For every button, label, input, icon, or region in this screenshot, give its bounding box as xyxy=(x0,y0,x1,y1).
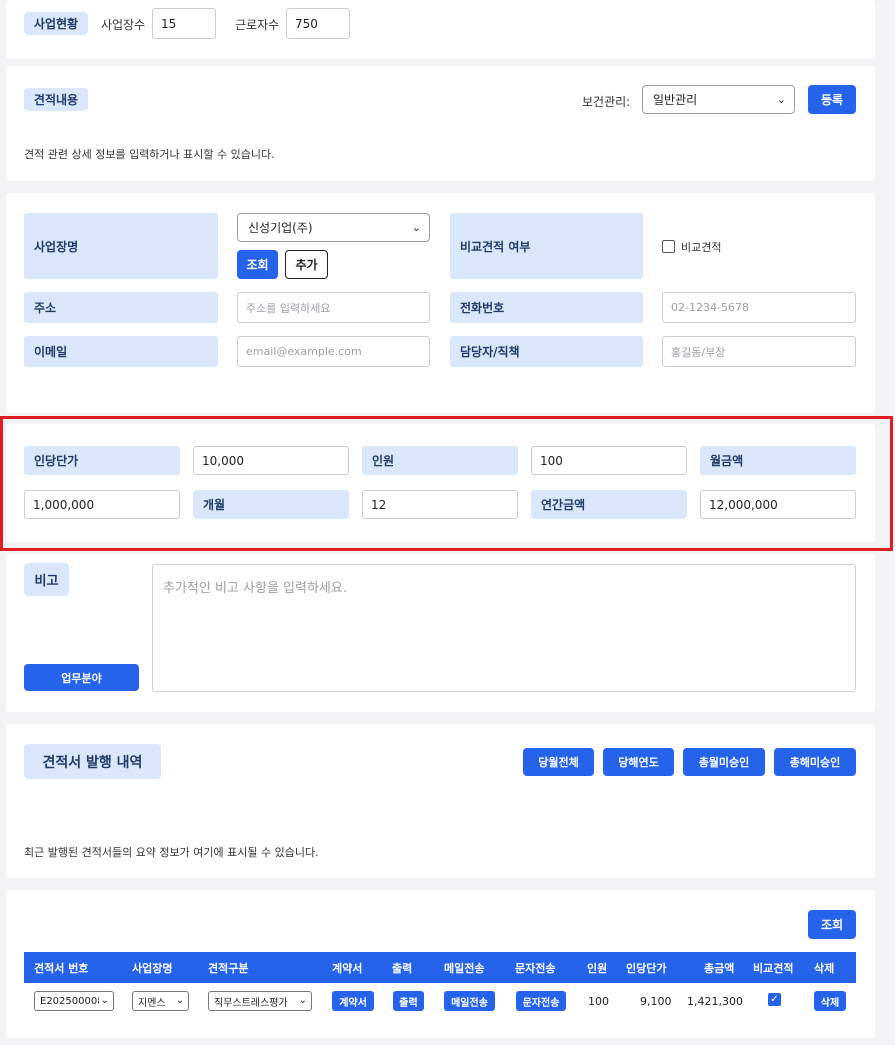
this-year-button[interactable]: 당해연도 xyxy=(603,748,674,776)
type-select[interactable]: 직무스트레스평가 ⌄ xyxy=(208,991,312,1011)
sites-label: 사업장수 xyxy=(101,18,146,32)
header-total: 총금액 xyxy=(704,961,735,975)
delete-button[interactable]: 삭제 xyxy=(814,991,846,1011)
highlight-frame xyxy=(0,416,893,551)
site-select[interactable]: 지멘스 ⌄ xyxy=(132,991,189,1011)
site-card: 사업장명 신성기업(주) ⌄ 조회 추가 비교견적 여부 비교견적 주소 주소를… xyxy=(6,193,875,413)
table-row: E202500008 ⌄ 지멘스 ⌄ 직무스트레스평가 ⌄ 계약서 출력 메일전… xyxy=(24,983,856,1019)
contact-label: 담당자/직책 xyxy=(450,336,643,367)
chevron-down-icon: ⌄ xyxy=(411,220,421,234)
compare-check[interactable]: ✓ xyxy=(768,993,781,1006)
table-lookup-button[interactable]: 조회 xyxy=(808,910,856,939)
unit-price-cell: 9,100 xyxy=(640,994,672,1008)
header-unit-price: 인당단가 xyxy=(626,961,667,975)
site-name-label: 사업장명 xyxy=(24,213,218,279)
month-unapproved-button[interactable]: 총월미승인 xyxy=(683,748,765,776)
quote-card: 견적내용 보건관리: 일반관리 ⌄ 등록 견적 관련 상세 정보를 입력하거나 … xyxy=(6,66,875,181)
company-select-value: 신성기업(주) xyxy=(248,221,313,235)
header-headcount: 인원 xyxy=(587,961,608,975)
header-mail: 메일전송 xyxy=(444,961,485,975)
status-tag: 사업현황 xyxy=(24,12,88,35)
chevron-down-icon: ⌄ xyxy=(296,994,307,1006)
quote-no-value: E202500008 xyxy=(40,995,104,1007)
health-select-value: 일반관리 xyxy=(653,93,698,107)
address-label: 주소 xyxy=(24,292,218,323)
health-label: 보건관리: xyxy=(582,95,631,109)
table-card: 조회 견적서 번호 사업장명 견적구분 계약서 출력 메일전송 문자전송 인원 … xyxy=(6,890,875,1038)
header-contract: 계약서 xyxy=(332,961,363,975)
compare-label: 비교견적 여부 xyxy=(450,213,643,279)
contact-input[interactable]: 홍길동/부장 xyxy=(662,336,856,367)
sms-button[interactable]: 문자전송 xyxy=(516,991,566,1011)
business-area-button[interactable]: 업무분야 xyxy=(24,664,139,691)
site-value: 지멘스 xyxy=(138,997,166,1009)
quote-no-select[interactable]: E202500008 ⌄ xyxy=(34,991,114,1011)
type-value: 직무스트레스평가 xyxy=(214,997,288,1009)
header-print: 출력 xyxy=(392,961,413,975)
site-add-button[interactable]: 추가 xyxy=(285,250,328,279)
print-button[interactable]: 출력 xyxy=(393,991,424,1011)
phone-label: 전화번호 xyxy=(450,292,643,323)
header-compare: 비교견적 xyxy=(753,961,794,975)
notes-textarea[interactable]: 추가적인 비고 사항을 입력하세요. xyxy=(152,564,856,692)
history-description: 최근 발행된 견적서들의 요약 정보가 여기에 표시될 수 있습니다. xyxy=(24,846,319,859)
register-button[interactable]: 등록 xyxy=(808,85,856,114)
company-select[interactable]: 신성기업(주) ⌄ xyxy=(237,213,430,242)
email-input[interactable]: email@example.com xyxy=(237,336,430,367)
this-month-button[interactable]: 당월전체 xyxy=(523,748,594,776)
notes-card: 비고 추가적인 비고 사항을 입력하세요. 업무분야 xyxy=(6,554,875,712)
notes-label: 비고 xyxy=(24,563,69,596)
phone-input[interactable]: 02-1234-5678 xyxy=(662,292,856,323)
site-lookup-button[interactable]: 조회 xyxy=(237,250,278,279)
year-unapproved-button[interactable]: 총해미승인 xyxy=(774,748,856,776)
contract-button[interactable]: 계약서 xyxy=(332,991,374,1011)
header-site: 사업장명 xyxy=(132,961,173,975)
compare-checkbox-label: 비교견적 xyxy=(681,241,722,254)
chevron-down-icon: ⌄ xyxy=(776,92,786,106)
history-card: 견적서 발행 내역 당월전체 당해연도 총월미승인 총해미승인 최근 발행된 견… xyxy=(6,724,875,878)
header-quote-no: 견적서 번호 xyxy=(34,961,89,975)
total-cell: 1,421,300 xyxy=(687,994,743,1008)
header-type: 견적구분 xyxy=(208,961,249,975)
address-input[interactable]: 주소를 입력하세요 xyxy=(237,292,430,323)
sites-input[interactable]: 15 xyxy=(152,8,216,39)
headcount-cell: 100 xyxy=(588,994,609,1008)
workers-label: 근로자수 xyxy=(235,18,280,32)
email-label: 이메일 xyxy=(24,336,218,367)
compare-checkbox[interactable] xyxy=(662,240,675,253)
header-sms: 문자전송 xyxy=(515,961,556,975)
chevron-down-icon: ⌄ xyxy=(98,994,109,1006)
chevron-down-icon: ⌄ xyxy=(173,994,184,1006)
header-delete: 삭제 xyxy=(814,961,835,975)
quote-table: 견적서 번호 사업장명 견적구분 계약서 출력 메일전송 문자전송 인원 인당단… xyxy=(24,952,856,1030)
quote-description: 견적 관련 상세 정보를 입력하거나 표시할 수 있습니다. xyxy=(24,148,275,161)
mail-button[interactable]: 메일전송 xyxy=(444,991,495,1011)
history-title: 견적서 발행 내역 xyxy=(24,744,161,779)
quote-tag: 견적내용 xyxy=(24,88,88,111)
health-select[interactable]: 일반관리 ⌄ xyxy=(642,85,795,114)
workers-input[interactable]: 750 xyxy=(286,8,350,39)
status-card: 사업현황 사업장수 15 근로자수 750 xyxy=(6,0,875,59)
